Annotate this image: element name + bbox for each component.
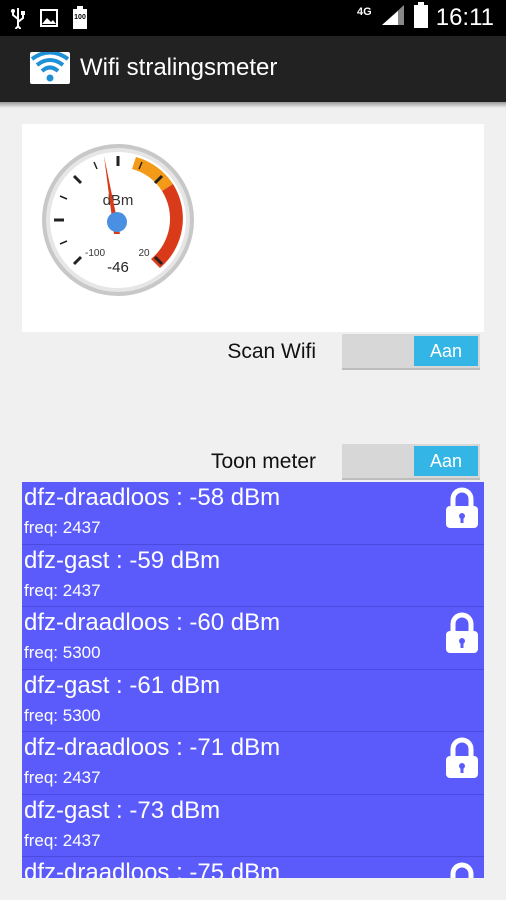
battery-full-icon [413,2,428,33]
action-bar: Wifi stralingsmeter [0,36,506,102]
network-freq: freq: 2437 [24,580,101,600]
action-bar-shadow [0,102,506,108]
list-item[interactable]: dfz-draadloos : -58 dBm freq: 2437 [22,482,484,545]
network-ssid: dfz-gast : -73 dBm [24,796,221,824]
show-meter-label: Toon meter [210,450,316,473]
clock: 16:11 [435,3,494,31]
network-ssid: dfz-draadloos : -75 dBm [24,859,281,878]
app-title: Wifi stralingsmeter [80,54,278,81]
battery-icon: 100 [72,6,88,35]
scan-wifi-toggle-on[interactable]: Aan [414,336,478,366]
list-item[interactable]: dfz-gast : -61 dBm freq: 5300 [22,670,484,732]
status-bar: 100 4G 16:11 [0,0,506,36]
scan-wifi-toggle[interactable]: Aan [342,334,480,370]
network-ssid: dfz-gast : -61 dBm [24,671,221,699]
gauge-min-label: -100 [85,248,105,259]
lock-icon [446,612,478,653]
signal-icon [380,3,406,32]
lock-icon [446,487,478,528]
network-ssid: dfz-gast : -59 dBm [24,546,221,574]
battery-percent: 100 [74,14,86,21]
gauge-svg: dBm -100 20 -46 [42,144,194,296]
list-item[interactable]: dfz-draadloos : -75 dBm [22,857,484,878]
network-freq: freq: 2437 [24,518,101,537]
lock-icon [450,862,474,878]
network-freq: freq: 2437 [24,830,101,850]
network-list[interactable]: dfz-draadloos : -58 dBm freq: 2437 dfz-g… [22,482,484,878]
lock-icon [446,737,478,778]
network-ssid: dfz-draadloos : -60 dBm [24,609,281,636]
show-meter-toggle[interactable]: Aan [342,444,480,480]
gauge-value: -46 [107,259,129,276]
network-freq: freq: 5300 [24,705,101,725]
network-ssid: dfz-draadloos : -58 dBm [24,484,281,511]
gauge-unit: dBm [103,192,134,209]
list-item[interactable]: dfz-draadloos : -60 dBm freq: 5300 [22,607,484,670]
signal-gauge: dBm -100 20 -46 [40,142,196,298]
network-freq: freq: 2437 [24,768,101,787]
wifi-icon[interactable] [30,50,70,84]
usb-icon [10,7,26,34]
gauge-hub [107,212,127,232]
list-item[interactable]: dfz-draadloos : -71 dBm freq: 2437 [22,732,484,795]
scan-wifi-label: Scan Wifi [227,340,316,363]
list-item[interactable]: dfz-gast : -59 dBm freq: 2437 [22,545,484,607]
gauge-max-label: 20 [138,248,150,259]
network-ssid: dfz-draadloos : -71 dBm [24,734,281,761]
list-item[interactable]: dfz-gast : -73 dBm freq: 2437 [22,795,484,857]
network-type: 4G [357,5,372,18]
show-meter-toggle-on[interactable]: Aan [414,446,478,476]
gauge-panel: dBm -100 20 -46 [22,124,484,332]
image-icon [40,9,58,32]
network-freq: freq: 5300 [24,643,101,662]
